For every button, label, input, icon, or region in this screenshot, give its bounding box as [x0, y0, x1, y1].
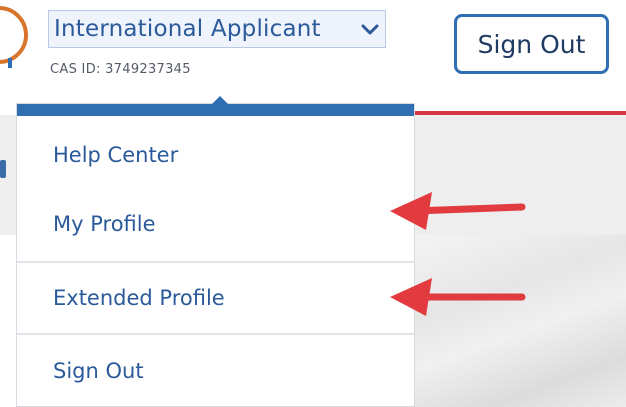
- chevron-down-icon: [361, 24, 379, 35]
- sign-out-button[interactable]: Sign Out: [454, 14, 609, 74]
- menu-caret: [212, 96, 228, 104]
- arrow-left-icon: [390, 278, 526, 316]
- menu-item-label: My Profile: [53, 212, 156, 236]
- account-dropdown-menu: Help Center My Profile Extended Profile …: [16, 96, 415, 407]
- menu-item-label: Help Center: [53, 143, 179, 167]
- arrow-left-icon: [390, 192, 526, 230]
- menu-top-bar: [17, 104, 414, 116]
- menu-item-label: Sign Out: [53, 359, 144, 383]
- hero-image: [410, 235, 626, 407]
- cas-id: CAS ID: 3749237345: [50, 62, 191, 77]
- menu-item-help-center[interactable]: Help Center: [17, 122, 414, 188]
- header: International Applicant CAS ID: 37492373…: [0, 0, 626, 112]
- decorative-mark: [8, 58, 12, 68]
- menu-divider: [17, 333, 414, 335]
- applicant-type-value: International Applicant: [54, 16, 321, 42]
- applicant-type-select[interactable]: International Applicant: [48, 10, 386, 48]
- menu-item-my-profile[interactable]: My Profile: [17, 188, 414, 260]
- menu-divider: [17, 261, 414, 263]
- menu-item-sign-out[interactable]: Sign Out: [17, 336, 414, 406]
- menu-item-extended-profile[interactable]: Extended Profile: [17, 264, 414, 332]
- menu-item-label: Extended Profile: [53, 286, 225, 310]
- decorative-mark: [0, 160, 6, 178]
- avatar[interactable]: [0, 6, 28, 64]
